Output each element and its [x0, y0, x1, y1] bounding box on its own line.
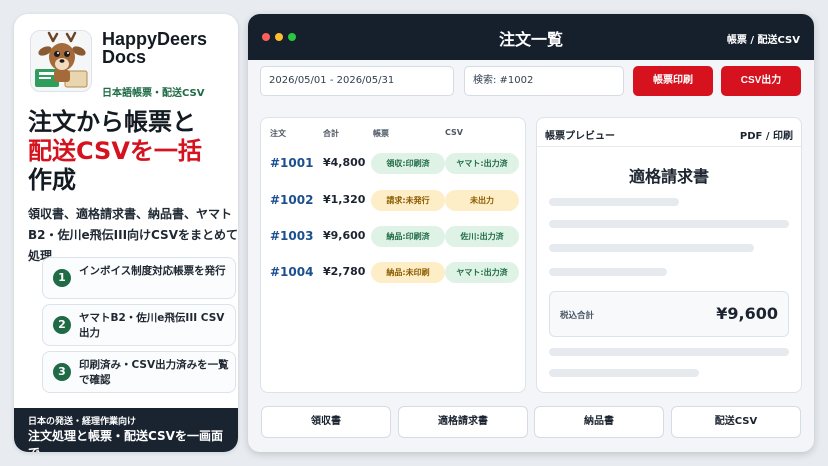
headline-line-1: 注文から帳票と [28, 108, 196, 136]
document-status-badge: 納品:印刷済 [371, 226, 445, 247]
order-id-link[interactable]: #1002 [270, 193, 313, 207]
column-header-total: 合計 [323, 129, 339, 138]
feature-text: ヤマトB2・佐川e飛伝III CSV出力 [79, 312, 225, 339]
order-id-link[interactable]: #1004 [270, 265, 313, 279]
placeholder-line [549, 244, 754, 252]
feature-item: 3 印刷済み・CSV出力済みを一覧で確認 [42, 351, 236, 393]
csv-status-badge: 未出力 [445, 190, 519, 211]
table-row[interactable]: #1001 ¥4,800 領収:印刷済 ヤマト:出力済 [261, 146, 525, 182]
footer-main-text: 注文処理と帳票・配送CSVを一画面で。 [28, 429, 223, 452]
headline-line-3: 作成 [28, 166, 76, 194]
feature-item: 2 ヤマトB2・佐川e飛伝III CSV出力 [42, 304, 236, 346]
table-row[interactable]: #1003 ¥9,600 納品:印刷済 佐川:出力済 [261, 219, 525, 255]
receipt-button[interactable]: 領収書 [261, 406, 391, 438]
deer-logo-icon [30, 30, 92, 92]
placeholder-line [549, 369, 699, 377]
total-label: 税込合計 [560, 311, 595, 321]
breadcrumb[interactable]: 帳票 / 配送CSV [727, 31, 800, 46]
document-preview-panel: 帳票プレビュー PDF / 印刷 適格請求書 税込合計 ¥9,600 [536, 117, 802, 393]
total-summary: 税込合計 ¥9,600 [549, 291, 789, 337]
feature-text: 印刷済み・CSV出力済みを一覧で確認 [79, 359, 229, 386]
brand-subtitle: 日本語帳票・配送CSV [102, 88, 205, 99]
print-documents-button[interactable]: 帳票印刷 [633, 66, 713, 96]
shipping-csv-button[interactable]: 配送CSV [671, 406, 801, 438]
placeholder-line [549, 198, 679, 206]
qualified-invoice-button[interactable]: 適格請求書 [398, 406, 528, 438]
order-total: ¥2,780 [323, 265, 366, 278]
promo-card: HappyDeers Docs 日本語帳票・配送CSV 注文から帳票と 配送CS… [14, 14, 238, 452]
orders-table: 注文 合計 帳票 CSV #1001 ¥4,800 領収:印刷済 ヤマト:出力済… [260, 117, 526, 393]
order-id-link[interactable]: #1001 [270, 156, 313, 170]
feature-number: 2 [53, 316, 71, 334]
headline-line-2: 配送CSVを一括 [28, 137, 202, 165]
csv-export-button[interactable]: CSV出力 [721, 66, 801, 96]
document-title: 適格請求書 [628, 167, 709, 186]
csv-status-badge: 佐川:出力済 [445, 226, 519, 247]
column-header-csv: CSV [445, 128, 463, 137]
promo-headline: 注文から帳票と 配送CSVを一括 作成 [28, 108, 238, 195]
table-row[interactable]: #1004 ¥2,780 納品:未印刷 ヤマト:出力済 [261, 255, 525, 291]
order-total: ¥9,600 [323, 229, 366, 242]
column-header-order: 注文 [270, 129, 286, 138]
document-status-badge: 領収:印刷済 [371, 153, 445, 174]
document-status-badge: 請求:未発行 [371, 190, 445, 211]
total-value: ¥9,600 [716, 304, 778, 323]
order-total: ¥1,320 [323, 193, 366, 206]
order-total: ¥4,800 [323, 156, 366, 169]
feature-item: 1 インボイス制度対応帳票を発行 [42, 257, 236, 299]
delivery-note-button[interactable]: 納品書 [534, 406, 664, 438]
order-id-link[interactable]: #1003 [270, 229, 313, 243]
promo-footer: 日本の発送・経理作業向け 注文処理と帳票・配送CSVを一画面で。 [14, 408, 238, 452]
column-header-document: 帳票 [373, 129, 389, 138]
feature-number: 1 [53, 269, 71, 287]
placeholder-line [549, 348, 789, 356]
search-input[interactable]: 検索: #1002 [464, 66, 624, 96]
date-range-input[interactable]: 2026/05/01 - 2026/05/31 [260, 66, 454, 96]
app-window: 注文一覧 帳票 / 配送CSV 2026/05/01 - 2026/05/31 … [248, 14, 814, 452]
document-status-badge: 納品:未印刷 [371, 262, 445, 283]
table-row[interactable]: #1002 ¥1,320 請求:未発行 未出力 [261, 183, 525, 219]
title-bar: 注文一覧 帳票 / 配送CSV [248, 14, 814, 60]
feature-number: 3 [53, 363, 71, 381]
preview-document: 適格請求書 税込合計 ¥9,600 [537, 146, 801, 392]
brand-name: HappyDeers Docs [102, 29, 208, 67]
csv-status-badge: ヤマト:出力済 [445, 262, 519, 283]
feature-text: インボイス制度対応帳票を発行 [79, 265, 226, 277]
preview-title: 帳票プレビュー [545, 131, 615, 142]
placeholder-line [549, 268, 667, 276]
placeholder-line [549, 220, 789, 228]
csv-status-badge: ヤマト:出力済 [445, 153, 519, 174]
footer-small-text: 日本の発送・経理作業向け [28, 417, 137, 427]
pdf-print-link[interactable]: PDF / 印刷 [740, 127, 793, 142]
